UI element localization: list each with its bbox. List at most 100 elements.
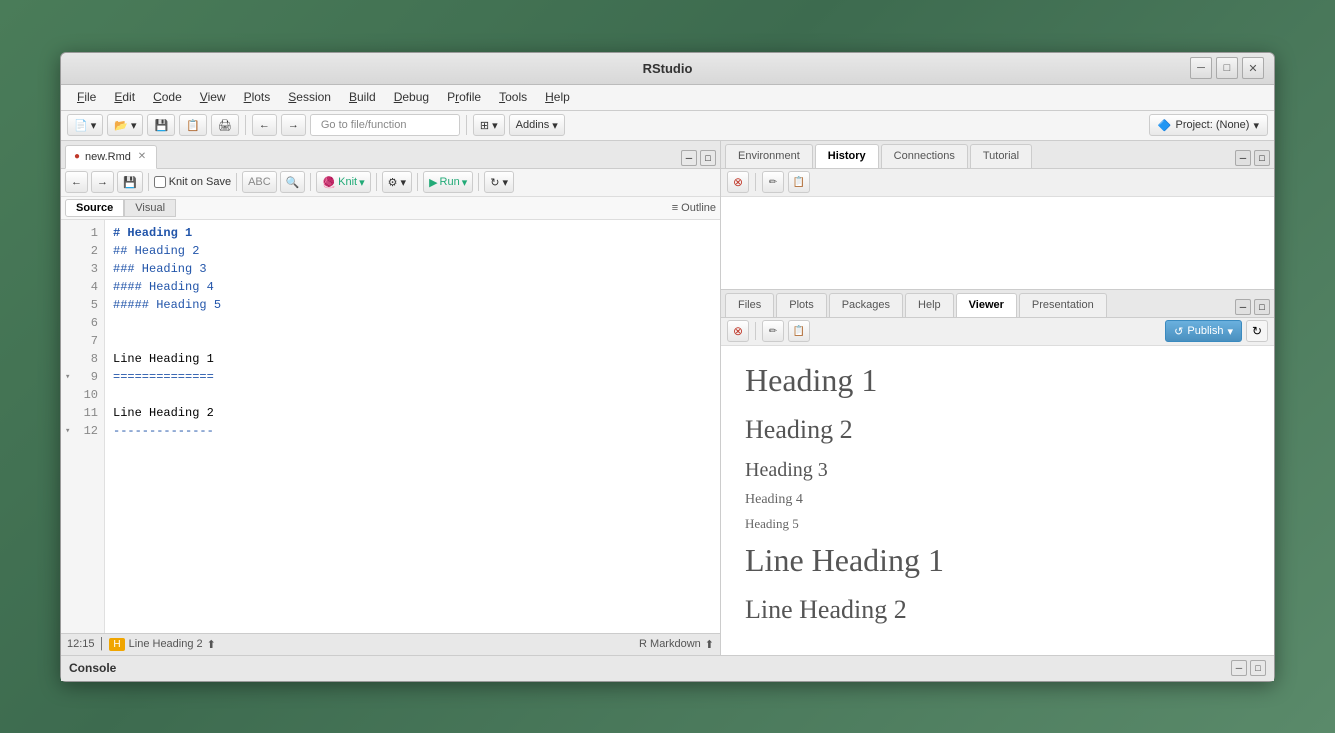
knit-on-save-label: Knit on Save [169,176,231,188]
new-file-button[interactable]: 📄▾ [67,114,103,136]
project-selector[interactable]: 🔷 Project: (None) ▾ [1149,114,1268,136]
tab-minimize-button[interactable]: ─ [681,150,697,166]
maximize-button[interactable]: □ [1216,57,1238,79]
toolbar-separator-2 [466,115,467,135]
console-maximize-button[interactable]: □ [1250,660,1266,676]
tab-presentation[interactable]: Presentation [1019,293,1107,317]
upper-minimize-button[interactable]: ─ [1235,150,1251,166]
preview-heading-1: Heading 1 [745,362,1250,399]
status-bar: 12:15 │ H Line Heading 2 ⬆ R Markdown ⬆ [61,633,720,655]
grid-button[interactable]: ⊞ ▾ [473,114,505,136]
viewer-close-button[interactable]: ⊗ [727,320,749,342]
tab-help[interactable]: Help [905,293,954,317]
menu-view[interactable]: View [192,88,234,106]
save-all-button[interactable]: 📋 [179,114,207,136]
code-line-9: ============== [113,368,712,386]
knit-button[interactable]: 🧶 Knit ▾ [316,171,370,193]
line-num-4: 4 [61,278,104,296]
new-file-icon: 📄 [74,119,88,132]
menu-build[interactable]: Build [341,88,384,106]
et-separator-6 [478,173,479,191]
tab-packages[interactable]: Packages [829,293,903,317]
cursor-position: 12:15 [67,638,95,650]
menu-session[interactable]: Session [280,88,339,106]
history-load-button[interactable]: ✏ [762,171,784,193]
tab-filename: new.Rmd [85,151,131,163]
window-title: RStudio [643,61,693,76]
addins-button[interactable]: Addins ▾ [509,114,565,136]
tab-close-button[interactable]: ✕ [136,151,148,163]
code-content[interactable]: # Heading 1 ## Heading 2 ### Heading 3 #… [105,220,720,633]
heading-arrow: ⬆ [207,638,216,651]
line-num-7: 7 [61,332,104,350]
console-minimize-button[interactable]: ─ [1231,660,1247,676]
tab-viewer[interactable]: Viewer [956,293,1017,317]
titlebar: RStudio ─ □ ✕ [61,53,1274,85]
run-button[interactable]: ▶ Run ▾ [423,171,473,193]
status-left: 12:15 │ H Line Heading 2 ⬆ [67,638,216,651]
tab-tutorial[interactable]: Tutorial [970,144,1032,168]
outline-button[interactable]: ≡ Outline [672,202,716,214]
publish-button[interactable]: ↺ Publish ▾ [1165,320,1242,342]
lower-maximize-button[interactable]: □ [1254,299,1270,315]
upper-right-panel: Environment History Connections Tutorial… [721,141,1274,290]
save-button[interactable]: 💾 [147,114,175,136]
menu-help[interactable]: Help [537,88,578,106]
line-num-10: 10 [61,386,104,404]
open-file-button[interactable]: 📂▾ [107,114,143,136]
code-editor: 1 2 3 4 5 6 7 8 ▾9 10 11 ▾12 # Heading 1… [61,220,720,633]
viewer-back-button[interactable]: ✏ [762,320,784,342]
tab-files[interactable]: Files [725,293,774,317]
close-button[interactable]: ✕ [1242,57,1264,79]
window-controls: ─ □ ✕ [1190,57,1264,79]
line-num-5: 5 [61,296,104,314]
open-icon: 📂 [114,119,128,132]
preview-area: Heading 1 Heading 2 Heading 3 Heading 4 … [721,346,1274,655]
viewer-refresh-button[interactable]: ↻ [1246,320,1268,342]
line-num-8: 8 [61,350,104,368]
viewer-forward-button[interactable]: 📋 [788,320,810,342]
print-button[interactable]: 🖨 [211,114,239,136]
print-icon: 🖨 [218,119,232,132]
chunk-button[interactable]: ↻ ▾ [484,171,514,193]
editor-tab-new-rmd[interactable]: ● new.Rmd ✕ [65,145,157,169]
heading-badge: H [109,638,124,651]
settings-button[interactable]: ⚙ ▾ [382,171,412,193]
menu-debug[interactable]: Debug [386,88,437,106]
spell-check-button[interactable]: ABC [242,171,277,193]
code-line-10 [113,386,712,404]
minimize-button[interactable]: ─ [1190,57,1212,79]
menu-profile[interactable]: Profile [439,88,489,106]
panel-separator-2 [755,322,756,340]
visual-tab[interactable]: Visual [124,199,176,217]
menu-edit[interactable]: Edit [106,88,143,106]
menu-plots[interactable]: Plots [236,88,279,106]
back-button[interactable]: ← [252,114,277,136]
search-button[interactable]: 🔍 [280,171,306,193]
toolbar-separator [245,115,246,135]
undo-button[interactable]: ← [65,171,88,193]
clear-history-button[interactable]: ⊗ [727,171,749,193]
tab-plots[interactable]: Plots [776,293,826,317]
history-save-button[interactable]: 📋 [788,171,810,193]
go-to-file-input[interactable]: Go to file/function [310,114,460,136]
menu-tools[interactable]: Tools [491,88,535,106]
redo-button[interactable]: → [91,171,114,193]
knit-on-save-checkbox[interactable] [154,176,166,188]
line-num-6: 6 [61,314,104,332]
et-separator-5 [417,173,418,191]
menu-file[interactable]: File [69,88,104,106]
forward-button[interactable]: → [281,114,306,136]
menu-code[interactable]: Code [145,88,190,106]
tab-maximize-button[interactable]: □ [700,150,716,166]
source-tab[interactable]: Source [65,199,124,217]
save-doc-button[interactable]: 💾 [117,171,143,193]
tab-connections[interactable]: Connections [881,144,968,168]
upper-maximize-button[interactable]: □ [1254,150,1270,166]
tab-history[interactable]: History [815,144,879,168]
lower-minimize-button[interactable]: ─ [1235,299,1251,315]
code-line-8: Line Heading 1 [113,350,712,368]
preview-heading-5: Heading 5 [745,516,1250,532]
code-line-7 [113,332,712,350]
tab-environment[interactable]: Environment [725,144,813,168]
